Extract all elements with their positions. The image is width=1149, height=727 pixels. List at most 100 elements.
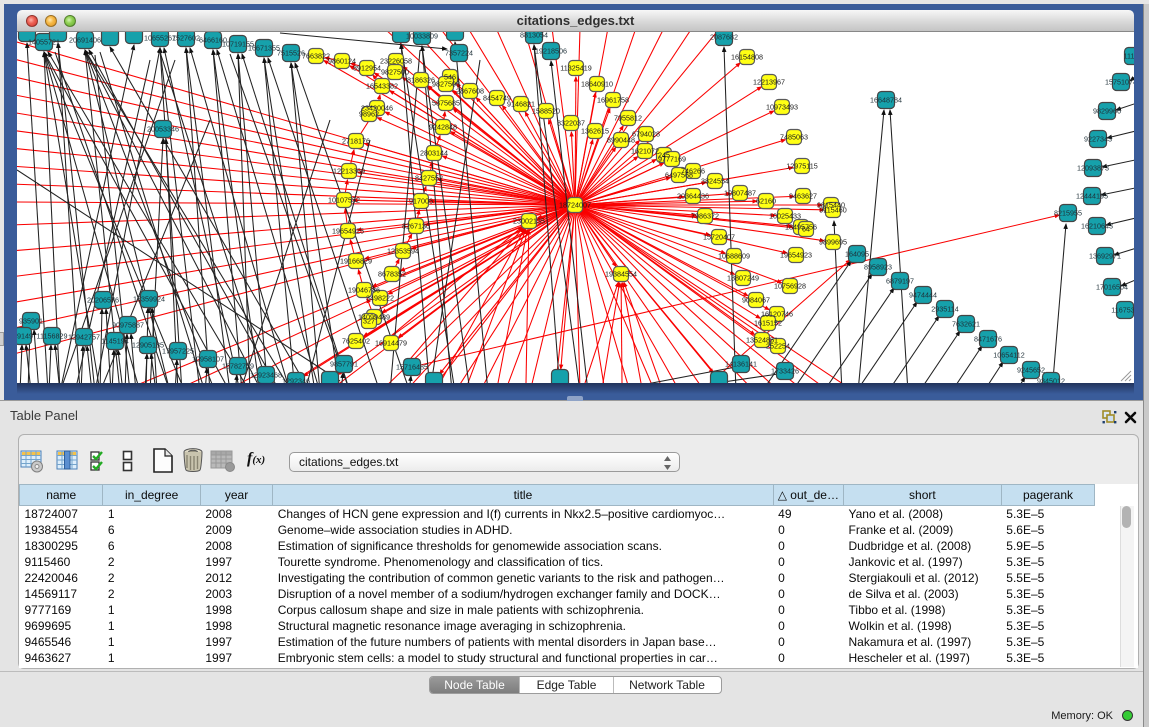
- svg-text:1733426: 1733426: [771, 367, 799, 376]
- svg-text:7515526: 7515526: [277, 49, 305, 58]
- svg-text:1167533: 1167533: [1111, 306, 1134, 315]
- svg-text:15716485: 15716485: [396, 363, 428, 372]
- svg-text:11325419: 11325419: [560, 64, 591, 73]
- svg-text:12905185: 12905185: [132, 341, 164, 350]
- svg-text:64: 64: [802, 225, 810, 234]
- svg-text:17957225: 17957225: [162, 347, 194, 356]
- svg-text:16782759: 16782759: [222, 362, 254, 371]
- svg-text:1615152: 1615152: [754, 319, 782, 328]
- svg-text:14055721: 14055721: [28, 38, 60, 47]
- svg-text:1145194: 1145194: [101, 337, 128, 346]
- svg-text:18724007: 18724007: [559, 201, 591, 210]
- svg-text:39149: 39149: [17, 332, 33, 341]
- svg-text:1362615: 1362615: [581, 127, 609, 136]
- svg-text:2935114: 2935114: [931, 305, 958, 314]
- svg-text:2087682: 2087682: [710, 33, 738, 42]
- svg-text:9829966: 9829966: [1093, 107, 1121, 116]
- svg-text:18640910: 18640910: [581, 80, 613, 89]
- svg-text:7955812: 7955812: [614, 114, 642, 123]
- svg-text:12353594: 12353594: [387, 247, 419, 256]
- svg-text:10973493: 10973493: [766, 103, 798, 112]
- svg-text:12942757: 12942757: [68, 333, 100, 342]
- svg-text:8267130: 8267130: [402, 222, 430, 231]
- svg-text:98962: 98962: [359, 110, 379, 119]
- svg-text:10033809: 10033809: [406, 32, 438, 41]
- svg-text:20053346: 20053346: [147, 125, 179, 134]
- svg-text:8471676: 8471676: [974, 335, 1002, 344]
- svg-text:8186326: 8186326: [407, 76, 435, 85]
- svg-text:10654112: 10654112: [993, 351, 1024, 360]
- svg-text:12213369: 12213369: [333, 167, 365, 176]
- svg-text:3824554: 3824554: [701, 177, 729, 186]
- svg-text:8427552: 8427552: [415, 174, 443, 183]
- svg-text:7625402: 7625402: [342, 337, 370, 346]
- svg-text:18495756: 18495756: [785, 223, 817, 232]
- svg-text:17016504: 17016504: [1096, 283, 1128, 292]
- svg-text:1292346: 1292346: [282, 377, 310, 384]
- svg-text:10107552: 10107552: [328, 196, 360, 205]
- svg-text:252254: 252254: [766, 342, 790, 351]
- svg-text:6794028: 6794028: [632, 130, 660, 139]
- svg-text:5875685: 5875685: [432, 99, 460, 108]
- svg-text:12975115: 12975115: [786, 162, 817, 171]
- svg-text:16543382: 16543382: [366, 82, 398, 91]
- svg-text:6497568: 6497568: [665, 171, 693, 180]
- svg-text:10756928: 10756928: [774, 282, 806, 291]
- svg-text:6879197: 6879197: [886, 277, 914, 286]
- svg-text:13692971: 13692971: [1089, 252, 1121, 261]
- svg-text:10688609: 10688609: [718, 252, 750, 261]
- svg-text:9827500: 9827500: [381, 68, 409, 77]
- svg-text:2718176: 2718176: [342, 137, 370, 146]
- svg-text:9899695: 9899695: [819, 238, 847, 247]
- svg-text:19654923: 19654923: [780, 251, 812, 260]
- svg-text:12444195: 12444195: [1076, 192, 1108, 201]
- svg-text:19654925: 19654925: [332, 227, 364, 236]
- svg-text:7986372: 7986372: [691, 212, 719, 221]
- svg-text:327: 327: [363, 317, 375, 326]
- svg-text:8813054: 8813054: [520, 32, 548, 40]
- svg-text:7632621: 7632621: [952, 320, 980, 329]
- svg-text:20206576: 20206576: [87, 296, 119, 305]
- svg-text:9474444: 9474444: [909, 291, 937, 300]
- svg-text:10958107: 10958107: [192, 355, 224, 364]
- svg-text:1621072: 1621072: [631, 147, 659, 156]
- svg-text:2803144: 2803144: [420, 149, 448, 158]
- svg-text:8958923: 8958923: [864, 263, 892, 272]
- svg-text:10807487: 10807487: [724, 189, 756, 198]
- svg-text:9084067: 9084067: [742, 296, 770, 305]
- svg-text:12923468: 12923468: [250, 371, 282, 380]
- svg-text:16914479: 16914479: [375, 339, 407, 348]
- svg-text:9115460: 9115460: [819, 206, 846, 215]
- svg-text:8215955: 8215955: [1054, 209, 1082, 218]
- svg-text:17359924: 17359924: [133, 295, 165, 304]
- svg-text:9345012: 9345012: [1037, 377, 1065, 384]
- svg-text:18807249: 18807249: [727, 274, 759, 283]
- svg-text:7663822: 7663822: [302, 52, 330, 61]
- svg-text:9146821: 9146821: [507, 100, 535, 109]
- svg-text:9777169: 9777169: [658, 155, 686, 164]
- svg-text:15720407: 15720407: [703, 233, 735, 242]
- svg-text:10025433: 10025433: [769, 212, 801, 221]
- svg-text:90975887: 90975887: [112, 321, 144, 330]
- svg-text:20691406: 20691406: [69, 36, 101, 45]
- svg-text:8990448: 8990448: [607, 136, 635, 145]
- svg-text:9463627: 9463627: [789, 192, 817, 201]
- svg-text:9857791: 9857791: [330, 360, 358, 369]
- svg-text:9242848: 9242848: [429, 123, 457, 132]
- svg-text:935901: 935901: [19, 317, 43, 326]
- svg-text:20364436: 20364436: [677, 192, 709, 201]
- svg-text:1588520: 1588520: [532, 107, 560, 116]
- svg-text:16210643: 16210643: [1081, 222, 1113, 231]
- svg-text:7485063: 7485063: [780, 133, 808, 142]
- svg-text:16154808: 16154808: [731, 53, 763, 62]
- svg-text:2867608: 2867608: [456, 87, 484, 96]
- svg-text:14136141: 14136141: [725, 360, 757, 369]
- svg-text:1527602: 1527602: [172, 34, 200, 43]
- svg-text:11173: 11173: [1124, 52, 1134, 61]
- svg-text:19166829: 19166829: [340, 257, 372, 266]
- svg-text:8678352: 8678352: [378, 270, 406, 279]
- svg-text:23226058: 23226058: [380, 57, 412, 66]
- svg-text:16120746: 16120746: [761, 310, 793, 319]
- svg-text:23002135: 23002135: [513, 217, 545, 226]
- svg-text:3498222: 3498222: [366, 294, 394, 303]
